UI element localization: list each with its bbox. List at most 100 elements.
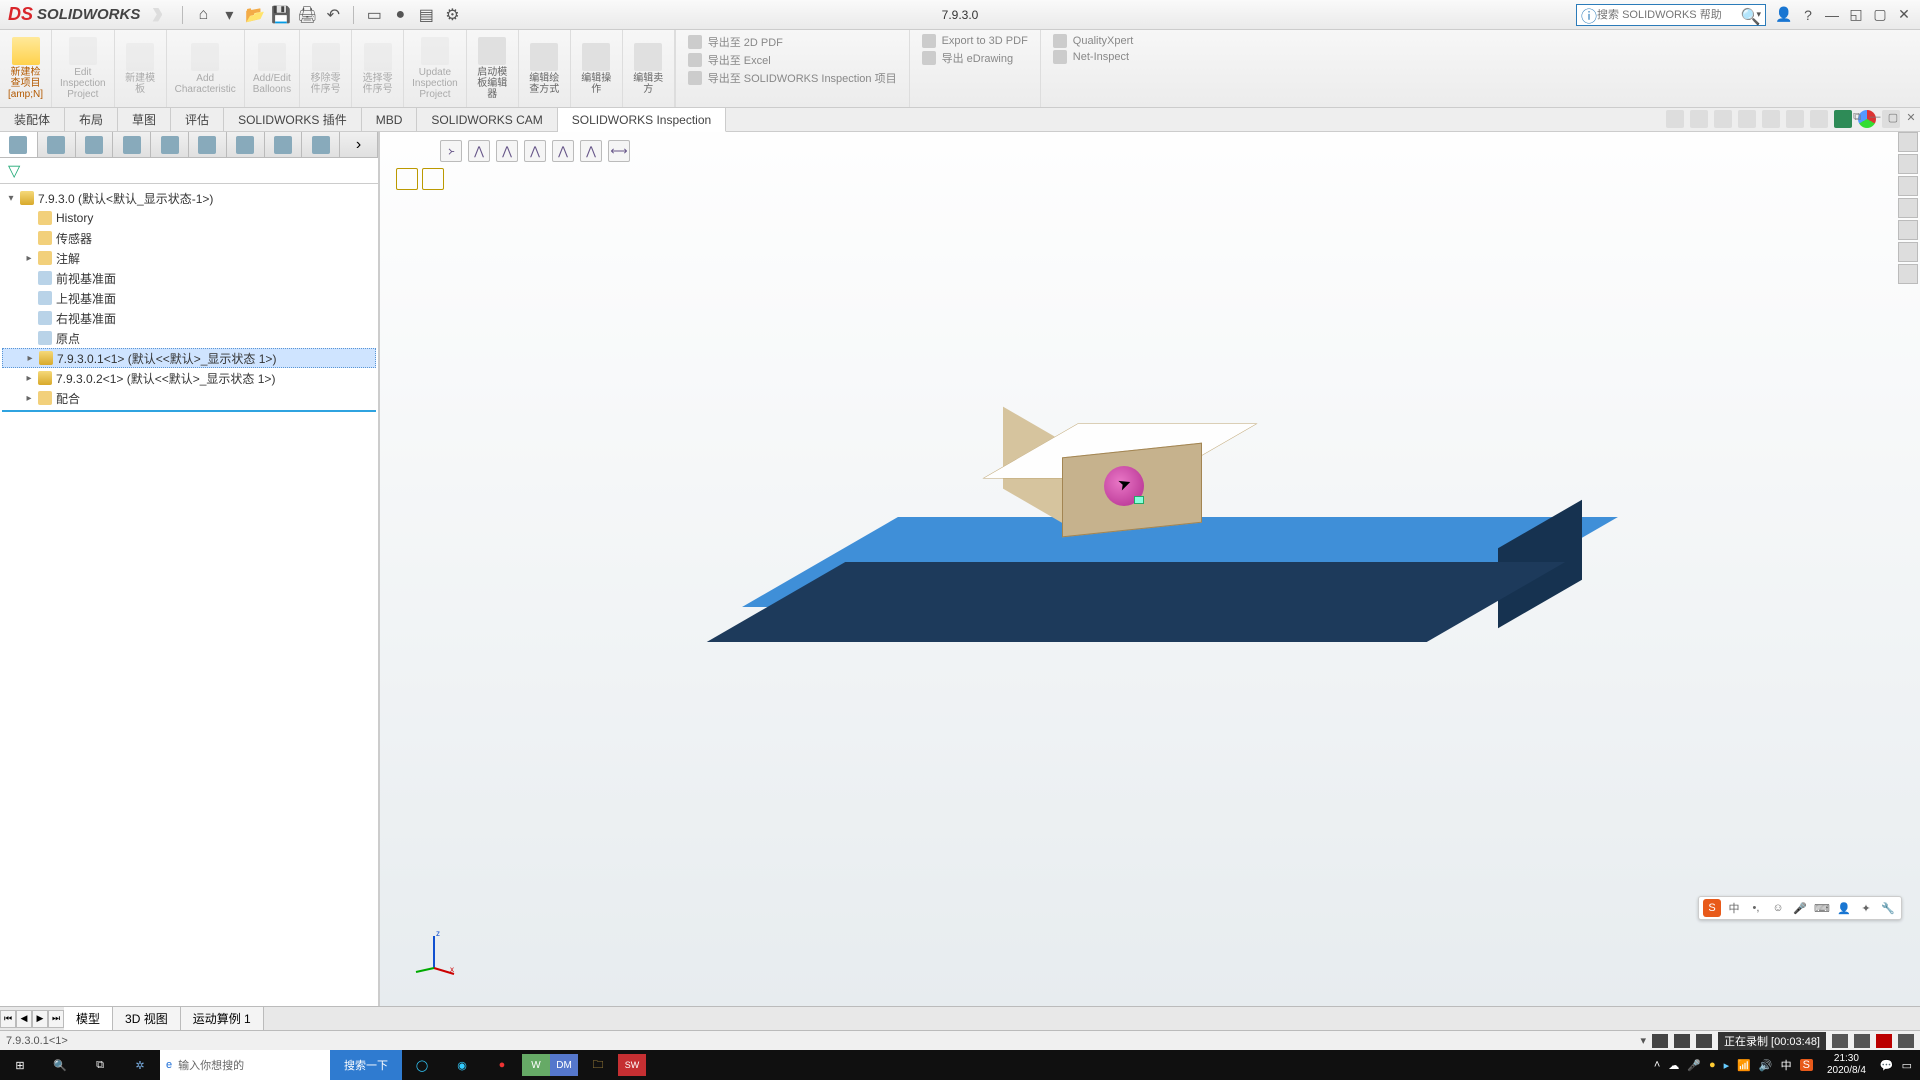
configuration-tab[interactable]: [76, 132, 114, 157]
vp-max-icon[interactable]: ▢: [1886, 110, 1900, 124]
status-icon-2[interactable]: [1674, 1034, 1690, 1048]
display-tab[interactable]: [151, 132, 189, 157]
app-edge[interactable]: ◉: [442, 1050, 482, 1080]
tree-root[interactable]: ▾ 7.9.3.0 (默认<默认_显示状态-1>): [2, 188, 376, 208]
tray-onedrive-icon[interactable]: ☁: [1668, 1059, 1679, 1072]
help-search[interactable]: ⓘ 🔍 ▾: [1576, 4, 1766, 26]
orientation-triad[interactable]: z x: [410, 928, 458, 976]
ribbon-right-a-1[interactable]: 导出至 Excel: [688, 52, 897, 68]
tree-item-5[interactable]: 右视基准面: [2, 308, 376, 328]
ime-mic-icon[interactable]: 🎤: [1791, 899, 1809, 917]
dim-tool-6[interactable]: ⋀: [580, 140, 602, 162]
close-icon[interactable]: ✕: [1896, 7, 1912, 23]
logo-chevron-icon[interactable]: [148, 8, 162, 22]
tab-6[interactable]: [189, 132, 227, 157]
nav-prev-icon[interactable]: ◀: [16, 1010, 32, 1028]
undo-icon[interactable]: ↶: [323, 5, 343, 25]
rebuild-icon[interactable]: ●: [390, 5, 410, 25]
motion-tab-0[interactable]: 模型: [64, 1007, 113, 1030]
print-icon[interactable]: 🖨: [297, 5, 317, 25]
tray-action-icon[interactable]: ▭: [1902, 1059, 1912, 1072]
help-dropdown-icon[interactable]: ?: [1800, 7, 1816, 23]
app-explorer[interactable]: 🗀: [578, 1050, 618, 1080]
tab-8[interactable]: [265, 132, 303, 157]
ime-skin-icon[interactable]: ✦: [1857, 899, 1875, 917]
help-search-input[interactable]: [1597, 9, 1740, 21]
home-icon[interactable]: ⌂: [193, 5, 213, 25]
dimxpert-tab[interactable]: [113, 132, 151, 157]
restore-icon[interactable]: ◱: [1848, 7, 1864, 23]
tree-item-1[interactable]: 传感器: [2, 228, 376, 248]
open-icon[interactable]: 📂: [245, 5, 265, 25]
select-icon[interactable]: ▭: [364, 5, 384, 25]
tray-network-icon[interactable]: 📶: [1737, 1059, 1751, 1072]
tray-lang-icon[interactable]: 中: [1781, 1057, 1792, 1073]
taskpane-explorer-icon[interactable]: [1898, 176, 1918, 196]
taskpane-resources-icon[interactable]: [1898, 132, 1918, 152]
motion-tab-1[interactable]: 3D 视图: [113, 1007, 181, 1030]
ribbon-right-a-0[interactable]: 导出至 2D PDF: [688, 34, 897, 50]
app-dm[interactable]: DM: [550, 1054, 578, 1076]
app-browser-1[interactable]: ◯: [402, 1050, 442, 1080]
tree-item-9[interactable]: ▸ 配合: [2, 388, 376, 408]
tray-item-2[interactable]: ▸: [1724, 1059, 1730, 1072]
tab-7[interactable]: [227, 132, 265, 157]
tree-item-8[interactable]: ▸ 7.9.3.0.2<1> (默认<<默认>_显示状态 1>): [2, 368, 376, 388]
prev-view-icon[interactable]: [1714, 110, 1732, 128]
filter-bar[interactable]: ▽: [0, 158, 378, 184]
app-word[interactable]: W: [522, 1054, 550, 1076]
dim-tool-4[interactable]: ⋀: [524, 140, 546, 162]
motion-tab-2[interactable]: 运动算例 1: [181, 1007, 264, 1030]
taskpane-forum-icon[interactable]: [1898, 264, 1918, 284]
app-pinned-1[interactable]: ✲: [120, 1050, 160, 1080]
cmdtab-3[interactable]: 评估: [171, 108, 224, 131]
taskpane-properties-icon[interactable]: [1898, 242, 1918, 262]
ribbon-cmd-9[interactable]: 编辑绘 查方式: [519, 30, 571, 107]
app-record[interactable]: ●: [482, 1050, 522, 1080]
ribbon-right-c-0[interactable]: QualityXpert: [1053, 34, 1134, 48]
taskpane-library-icon[interactable]: [1898, 154, 1918, 174]
vp-min-icon[interactable]: —: [1868, 110, 1882, 124]
cmdtab-4[interactable]: SOLIDWORKS 插件: [224, 108, 362, 131]
dim-tool-3[interactable]: ⋀: [496, 140, 518, 162]
search-icon[interactable]: 🔍: [1740, 7, 1756, 23]
taskbar-search-button[interactable]: 搜索一下: [330, 1050, 402, 1080]
tree-item-6[interactable]: 原点: [2, 328, 376, 348]
rec-camera-icon[interactable]: [1898, 1034, 1914, 1048]
status-icon-1[interactable]: [1652, 1034, 1668, 1048]
section-view-icon[interactable]: [1738, 110, 1756, 128]
cmdtab-1[interactable]: 布局: [65, 108, 118, 131]
tree-item-7-expander[interactable]: ▸: [25, 353, 35, 364]
cmdtab-6[interactable]: SOLIDWORKS CAM: [417, 108, 557, 131]
tree-item-3[interactable]: 前视基准面: [2, 268, 376, 288]
rec-edit-icon[interactable]: [1832, 1034, 1848, 1048]
search-dropdown-icon[interactable]: ▾: [1756, 9, 1761, 20]
ribbon-cmd-11[interactable]: 编辑卖 方: [623, 30, 675, 107]
ime-tool-icon[interactable]: 🔧: [1879, 899, 1897, 917]
options-icon[interactable]: ▤: [416, 5, 436, 25]
ribbon-right-c-1[interactable]: Net-Inspect: [1053, 50, 1134, 64]
ime-emoji-icon[interactable]: ☺: [1769, 899, 1787, 917]
status-dropdown-icon[interactable]: ▾: [1640, 1034, 1646, 1047]
tray-sogou-icon[interactable]: S: [1800, 1059, 1813, 1071]
search-icon-taskbar[interactable]: 🔍: [40, 1050, 80, 1080]
cmdtab-7[interactable]: SOLIDWORKS Inspection: [558, 108, 726, 132]
tree-item-2[interactable]: ▸ 注解: [2, 248, 376, 268]
cmdtab-0[interactable]: 装配体: [0, 108, 65, 131]
nav-first-icon[interactable]: ⏮: [0, 1010, 16, 1028]
dim-tool-2[interactable]: ⋀: [468, 140, 490, 162]
collapse-icon[interactable]: ▾: [6, 193, 16, 204]
feature-tree[interactable]: ▾ 7.9.3.0 (默认<默认_显示状态-1>) History 传感器▸ 注…: [0, 184, 378, 1006]
ime-keyboard-icon[interactable]: ⌨: [1813, 899, 1831, 917]
tray-notification-icon[interactable]: 💬: [1880, 1059, 1894, 1072]
tab-overflow[interactable]: ›: [340, 132, 378, 157]
ribbon-right-b-0[interactable]: Export to 3D PDF: [922, 34, 1028, 48]
new-icon[interactable]: ▾: [219, 5, 239, 25]
ime-user-icon[interactable]: 👤: [1835, 899, 1853, 917]
view-orient-icon[interactable]: [1762, 110, 1780, 128]
tree-item-2-expander[interactable]: ▸: [24, 253, 34, 264]
tray-volume-icon[interactable]: 🔊: [1759, 1059, 1773, 1072]
display-style-icon[interactable]: [1786, 110, 1804, 128]
graphics-viewport[interactable]: ᚛ ⋀ ⋀ ⋀ ⋀ ⋀ ⟷ ➤ z x: [380, 132, 1920, 1006]
tree-item-9-expander[interactable]: ▸: [24, 393, 34, 404]
